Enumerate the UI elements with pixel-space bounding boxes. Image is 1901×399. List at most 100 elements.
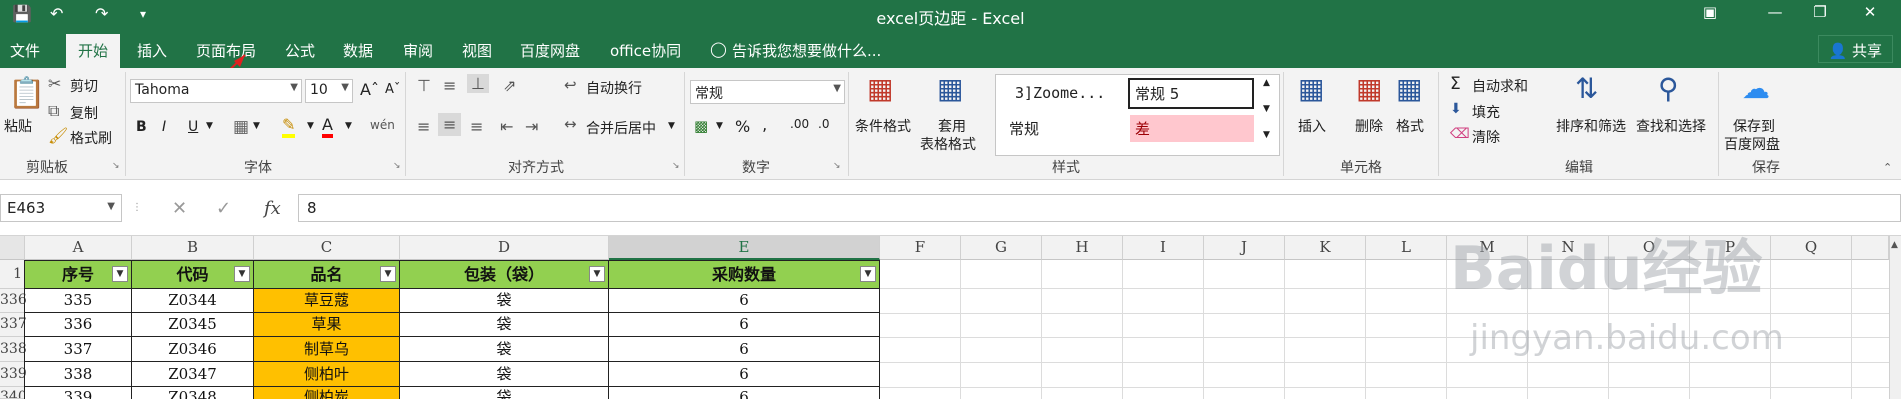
align-left-icon[interactable]: ≡ (417, 117, 430, 136)
increase-indent-icon[interactable]: ⇥ (525, 117, 538, 136)
fill-color-icon[interactable]: ✎ (282, 115, 296, 138)
column-header-l[interactable]: L (1366, 236, 1447, 260)
format-cells-icon[interactable]: ▦ (1396, 72, 1422, 105)
align-top-icon[interactable]: ⊤ (417, 76, 431, 95)
copy-icon[interactable]: ⧉ (48, 101, 59, 121)
select-all-corner[interactable] (0, 236, 25, 260)
merge-dropdown-icon[interactable]: ▼ (668, 121, 675, 131)
sort-filter-icon[interactable]: ⇅ (1575, 72, 1598, 105)
tab-baidu-netdisk[interactable]: 百度网盘 (520, 40, 580, 61)
table-cell[interactable]: Z0347 (132, 362, 254, 387)
italic-button[interactable]: I (162, 119, 166, 135)
fill-button[interactable]: 填充 (1472, 102, 1500, 122)
wrap-text-icon[interactable]: ↩ (564, 76, 577, 94)
table-cell[interactable]: 草豆蔻 (254, 289, 400, 313)
table-cell[interactable]: 袋 (400, 289, 609, 313)
format-cells-button[interactable]: 格式 (1396, 116, 1424, 136)
cell-style-bad[interactable]: 差 (1130, 115, 1254, 142)
table-cell[interactable]: 袋 (400, 337, 609, 362)
table-cell[interactable]: 6 (609, 313, 880, 337)
bold-button[interactable]: B (136, 119, 147, 135)
fill-color-dropdown-icon[interactable]: ▼ (307, 121, 314, 131)
paste-icon[interactable]: 📋 (8, 76, 45, 111)
increase-font-icon[interactable]: Aˆ (360, 80, 379, 99)
cut-icon[interactable]: ✂ (48, 74, 61, 93)
delete-cells-button[interactable]: 删除 (1355, 116, 1383, 136)
column-header-g[interactable]: G (961, 236, 1042, 260)
alignment-launcher-icon[interactable]: ↘ (672, 161, 680, 171)
align-middle-icon[interactable]: ≡ (443, 76, 456, 95)
column-header-q[interactable]: Q (1771, 236, 1852, 260)
fill-icon[interactable]: ⬇ (1450, 101, 1462, 117)
format-as-table-icon[interactable]: ▦ (937, 72, 963, 105)
decrease-decimal-icon[interactable]: .0 (818, 117, 829, 131)
font-launcher-icon[interactable]: ↘ (393, 161, 401, 171)
table-cell[interactable]: 侧柏炭 (254, 387, 400, 399)
row-header[interactable]: 337 (0, 313, 27, 337)
filter-dropdown-icon[interactable]: ▼ (589, 266, 605, 282)
column-header-f[interactable]: F (880, 236, 961, 260)
format-as-table-label-2[interactable]: 表格格式 (920, 134, 976, 154)
filter-dropdown-icon[interactable]: ▼ (112, 266, 128, 282)
decrease-indent-icon[interactable]: ⇤ (500, 117, 513, 136)
font-name-select[interactable]: Tahoma ▼ (130, 79, 302, 103)
clear-icon[interactable]: ⌫ (1450, 126, 1470, 142)
maximize-icon[interactable]: ❐ (1800, 3, 1840, 21)
font-color-icon[interactable]: A (322, 115, 333, 138)
vertical-scrollbar[interactable]: ▲ (1889, 236, 1901, 399)
table-cell[interactable]: 袋 (400, 313, 609, 337)
table-cell[interactable]: 6 (609, 337, 880, 362)
tab-formulas[interactable]: 公式 (285, 40, 315, 61)
table-cell[interactable]: 338 (25, 362, 132, 387)
confirm-entry-icon[interactable]: ✓ (216, 198, 231, 219)
merge-center-icon[interactable]: ↔ (564, 115, 577, 133)
align-right-icon[interactable]: ≡ (470, 117, 483, 136)
conditional-format-button[interactable]: 条件格式 (855, 116, 911, 136)
filter-dropdown-icon[interactable]: ▼ (380, 266, 396, 282)
table-cell[interactable]: 草果 (254, 313, 400, 337)
format-painter-icon[interactable]: 🖌 (48, 126, 68, 145)
gallery-down-icon[interactable]: ▼ (1263, 104, 1270, 114)
table-cell[interactable]: 6 (609, 289, 880, 313)
table-cell[interactable]: Z0348 (132, 387, 254, 399)
increase-decimal-icon[interactable]: .00 (790, 117, 809, 131)
column-header-h[interactable]: H (1042, 236, 1123, 260)
insert-function-icon[interactable]: fx (264, 198, 281, 219)
table-cell[interactable]: 侧柏叶 (254, 362, 400, 387)
borders-dropdown-icon[interactable]: ▼ (253, 121, 260, 131)
filter-dropdown-icon[interactable]: ▼ (860, 266, 876, 282)
gallery-more-icon[interactable]: ▼ (1263, 130, 1270, 140)
column-header-d[interactable]: D (400, 236, 609, 260)
table-cell[interactable]: 339 (25, 387, 132, 399)
row-header[interactable]: 340 (0, 387, 25, 399)
column-header-b[interactable]: B (132, 236, 254, 260)
name-box[interactable]: E463 ▼ (0, 194, 122, 222)
percent-style-icon[interactable]: % (735, 117, 750, 136)
row-header[interactable]: 336 (0, 289, 27, 313)
orientation-icon[interactable]: ⇗ (503, 76, 516, 95)
header-cell-code[interactable]: 代码 ▼ (132, 260, 254, 289)
cell-style-zoom[interactable]: 3]Zoome... (1010, 81, 1110, 105)
table-cell[interactable]: 制草乌 (254, 337, 400, 362)
tab-file[interactable]: 文件 (10, 40, 40, 61)
phonetic-icon[interactable]: wén (370, 118, 395, 132)
accounting-format-icon[interactable]: ▩ (694, 117, 708, 135)
insert-cells-button[interactable]: 插入 (1298, 116, 1326, 136)
minimize-icon[interactable]: — (1755, 3, 1795, 21)
tab-review[interactable]: 审阅 (403, 40, 433, 61)
borders-icon[interactable]: ▦ (233, 117, 249, 137)
tab-view[interactable]: 视图 (462, 40, 492, 61)
column-header-a[interactable]: A (25, 236, 132, 260)
find-select-button[interactable]: 查找和选择 (1636, 116, 1706, 136)
ribbon-display-icon[interactable]: ▣ (1690, 3, 1730, 21)
header-cell-package[interactable]: 包装（袋） ▼ (400, 260, 609, 289)
baidu-cloud-icon[interactable]: ☁ (1742, 72, 1770, 105)
clear-button[interactable]: 清除 (1472, 127, 1500, 147)
save-baidu-label-2[interactable]: 百度网盘 (1724, 134, 1780, 154)
cut-button[interactable]: 剪切 (70, 76, 98, 96)
header-cell-quantity[interactable]: 采购数量 ▼ (609, 260, 880, 289)
table-cell[interactable]: Z0346 (132, 337, 254, 362)
number-format-select[interactable]: 常规 ▼ (690, 80, 845, 104)
accounting-dropdown-icon[interactable]: ▼ (716, 121, 723, 131)
paste-button[interactable]: 粘贴 (4, 116, 32, 136)
